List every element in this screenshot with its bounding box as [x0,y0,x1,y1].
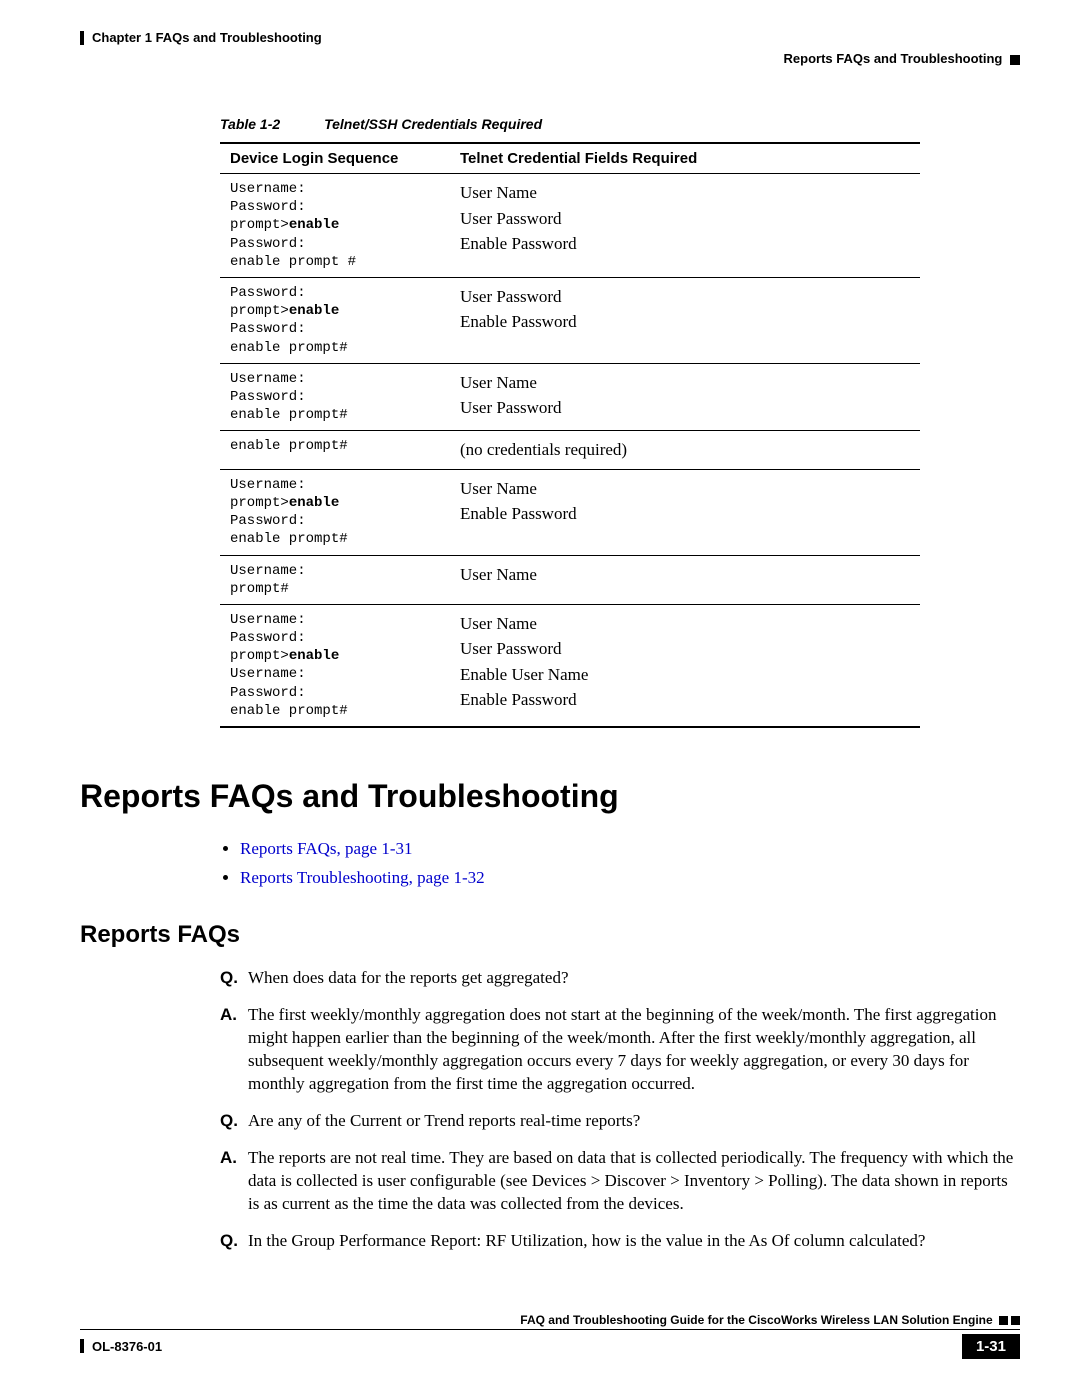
page-footer: FAQ and Troubleshooting Guide for the Ci… [80,1313,1020,1359]
table-row: Password: prompt>enable Password: enable… [220,277,920,363]
qa-row: A.The reports are not real time. They ar… [220,1147,1020,1216]
section-heading: Reports FAQs and Troubleshooting [80,778,1020,815]
login-sequence: Username: Password: enable prompt# [230,370,440,425]
col-header-sequence: Device Login Sequence [220,143,450,174]
qa-text: The first weekly/monthly aggregation doe… [248,1004,1020,1096]
section-label: Reports FAQs and Troubleshooting [784,51,1003,66]
credential-fields: User NameUser Password [460,370,910,421]
credential-fields: User NameUser PasswordEnable Password [460,180,910,257]
qa-label: A. [220,1004,248,1096]
table-row: Username: Password: enable prompt# User N… [220,363,920,431]
login-sequence: enable prompt# [230,437,440,455]
table-row: Username: prompt# User Name [220,555,920,604]
table-row: Username: Password: prompt>enable Passwo… [220,174,920,278]
square-icon [999,1316,1008,1325]
col-header-fields: Telnet Credential Fields Required [450,143,920,174]
square-icon [1010,55,1020,65]
footer-docnum: OL-8376-01 [92,1339,162,1354]
qa-label: Q. [220,967,248,990]
qa-row: Q.When does data for the reports get agg… [220,967,1020,990]
cross-reference-link[interactable]: Reports Troubleshooting, page 1-32 [240,868,485,887]
credentials-table: Device Login Sequence Telnet Credential … [220,142,920,728]
list-item: Reports FAQs, page 1-31 [240,835,1020,862]
qa-row: A.The first weekly/monthly aggregation d… [220,1004,1020,1096]
credential-fields: User Name [460,562,910,588]
qa-text: In the Group Performance Report: RF Util… [248,1230,1020,1253]
qa-label: Q. [220,1110,248,1133]
cross-reference-link[interactable]: Reports FAQs, page 1-31 [240,839,413,858]
qa-label: Q. [220,1230,248,1253]
table-number: Table 1-2 [220,116,280,132]
square-icon [1011,1316,1020,1325]
qa-row: Q.In the Group Performance Report: RF Ut… [220,1230,1020,1253]
page-number: 1-31 [962,1334,1020,1359]
links-list: Reports FAQs, page 1-31 Reports Troublesh… [220,835,1020,891]
credential-fields: User PasswordEnable Password [460,284,910,335]
credential-fields: (no credentials required) [460,437,910,463]
subsection-heading: Reports FAQs [80,921,1020,949]
header-section: Reports FAQs and Troubleshooting [80,51,1020,66]
login-sequence: Username: Password: prompt>enable Userna… [230,611,440,720]
qa-block: Q.When does data for the reports get agg… [220,967,1020,1252]
footer-bar-icon [80,1339,84,1353]
qa-text: Are any of the Current or Trend reports … [248,1110,1020,1133]
table-caption: Table 1-2 Telnet/SSH Credentials Require… [220,116,1020,132]
table-row: enable prompt# (no credentials required) [220,431,920,470]
header-bar-icon [80,31,84,45]
table-row: Username: Password: prompt>enable Userna… [220,604,920,727]
chapter-label: Chapter 1 FAQs and Troubleshooting [92,30,322,45]
running-header: Chapter 1 FAQs and Troubleshooting [80,30,1020,45]
qa-text: The reports are not real time. They are … [248,1147,1020,1216]
qa-text: When does data for the reports get aggre… [248,967,1020,990]
login-sequence: Username: Password: prompt>enable Passwo… [230,180,440,271]
qa-label: A. [220,1147,248,1216]
list-item: Reports Troubleshooting, page 1-32 [240,864,1020,891]
login-sequence: Username: prompt# [230,562,440,598]
footer-guide-title: FAQ and Troubleshooting Guide for the Ci… [520,1313,992,1327]
table-title: Telnet/SSH Credentials Required [324,116,542,132]
login-sequence: Username: prompt>enable Password: enable… [230,476,440,549]
credential-fields: User NameEnable Password [460,476,910,527]
qa-row: Q.Are any of the Current or Trend report… [220,1110,1020,1133]
credential-fields: User NameUser PasswordEnable User NameEn… [460,611,910,713]
login-sequence: Password: prompt>enable Password: enable… [230,284,440,357]
table-row: Username: prompt>enable Password: enable… [220,469,920,555]
